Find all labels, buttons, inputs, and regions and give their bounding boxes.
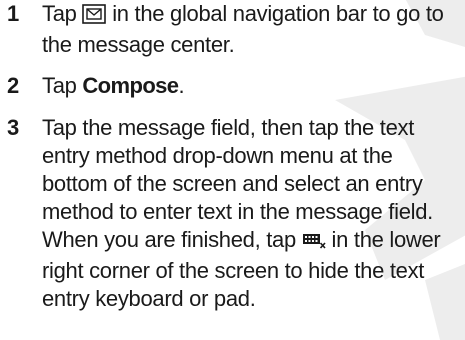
compose-label: Compose: [82, 73, 179, 98]
step-number: 1: [7, 1, 20, 26]
hide-keyboard-icon: [302, 229, 326, 257]
step-text-part: Tap: [42, 1, 83, 26]
step-text: Tap Compose.: [42, 72, 452, 100]
message-center-icon: [82, 3, 107, 31]
step-text-part: Tap: [42, 73, 83, 98]
step-number: 2: [7, 73, 20, 98]
step-text-part: .: [178, 73, 185, 98]
step-text: Tap the message field, then tap the text…: [42, 114, 452, 313]
step-text: Tap in the global navigation bar to go t…: [42, 0, 452, 59]
step-number: 3: [7, 115, 20, 140]
